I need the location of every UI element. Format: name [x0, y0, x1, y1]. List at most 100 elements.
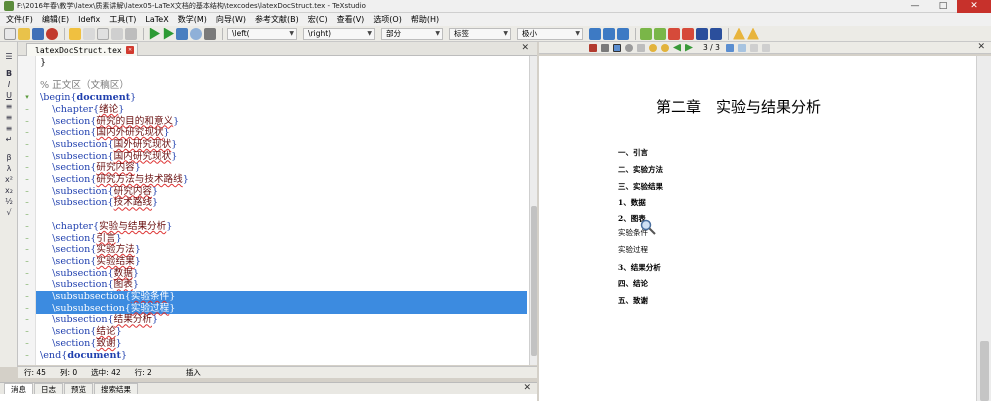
editor-scrollbar-thumb[interactable] — [531, 206, 537, 356]
code-line[interactable]: \subsubsection{实验过程} — [36, 302, 527, 315]
code-line[interactable]: \subsection{国内研究现状} — [40, 151, 177, 163]
code-line[interactable]: % 正文区（文稿区） — [40, 80, 129, 92]
structure-icon[interactable]: ☰ — [4, 52, 14, 61]
pdf-page-indicator[interactable]: 3 / 3 — [703, 43, 720, 52]
menu-idefix[interactable]: Idefix — [78, 15, 100, 24]
menu-edit[interactable]: 编辑(E) — [42, 14, 69, 25]
symbols-icon[interactable]: β — [4, 153, 14, 162]
align-left-icon[interactable]: ≡ — [4, 102, 14, 111]
left-delimiter-select[interactable]: \left(▼ — [227, 27, 297, 40]
code-line[interactable]: \section{结论} — [40, 326, 122, 338]
fit-width-icon[interactable] — [601, 43, 609, 52]
code-line[interactable]: \chapter{绪论} — [40, 104, 124, 116]
align-center-icon[interactable]: ≡ — [4, 113, 14, 122]
sqrt-icon[interactable]: √ — [4, 208, 14, 217]
superscript-icon[interactable]: x² — [4, 175, 14, 184]
open-file-icon[interactable] — [18, 27, 30, 40]
code-line[interactable]: \section{实验方法} — [40, 244, 141, 256]
compile-icon[interactable] — [163, 27, 174, 40]
menu-view[interactable]: 查看(V) — [337, 14, 365, 25]
pdf-settings-icon[interactable] — [761, 43, 770, 52]
paste-icon[interactable] — [125, 27, 137, 40]
menu-math[interactable]: 数学(M) — [178, 14, 207, 25]
next-page-icon[interactable] — [725, 43, 734, 52]
pdf-icon[interactable] — [589, 43, 597, 52]
font-size-select[interactable]: 极小 ▼ — [517, 27, 583, 40]
close-panel-icon[interactable]: ✕ — [523, 383, 531, 393]
close-window-button[interactable]: ✕ — [957, 0, 991, 13]
magnifier-icon[interactable] — [190, 27, 202, 40]
math-icon[interactable] — [696, 27, 708, 40]
code-line[interactable]: \end{document} — [40, 350, 127, 362]
align-right-icon[interactable]: ≡ — [4, 124, 14, 133]
code-line[interactable]: \subsection{图表} — [40, 279, 139, 291]
code-line[interactable]: \section{致谢} — [40, 338, 122, 350]
code-line[interactable]: \section{实验结果} — [40, 256, 141, 268]
code-line[interactable]: \chapter{实验与结果分析} — [40, 221, 172, 233]
fold-marker-icon[interactable]: ▾ — [23, 92, 31, 104]
fit-page-icon[interactable] — [637, 43, 645, 52]
menu-wizards[interactable]: 向导(W) — [216, 14, 246, 25]
zoom-icon[interactable] — [613, 43, 621, 52]
menu-help[interactable]: 帮助(H) — [411, 14, 439, 25]
code-line[interactable]: \section{国内外研究现状} — [40, 127, 169, 139]
bold-icon[interactable] — [589, 27, 601, 40]
sum-icon[interactable] — [710, 27, 722, 40]
back-arrow-icon[interactable] — [673, 43, 681, 52]
menu-tools[interactable]: 工具(T) — [109, 14, 136, 25]
tab-preview[interactable]: 预览 — [64, 383, 93, 394]
close-tab-icon[interactable]: ✕ — [126, 46, 134, 54]
code-line[interactable]: \section{研究内容} — [40, 162, 141, 174]
subscript-icon[interactable]: x₂ — [4, 186, 14, 195]
tab-messages[interactable]: 消息 — [4, 383, 33, 394]
code-line[interactable]: \section{引言} — [40, 233, 122, 245]
tabular-icon[interactable] — [654, 27, 666, 40]
pdf-scrollbar-thumb[interactable] — [980, 341, 989, 401]
close-editor-icon[interactable]: ✕ — [521, 43, 529, 53]
code-line[interactable]: \begin{document} — [40, 92, 136, 104]
save-icon[interactable] — [32, 27, 44, 40]
code-line[interactable]: \subsubsection{实验条件} — [36, 291, 527, 303]
first-page-icon[interactable] — [649, 43, 657, 52]
greek-icon[interactable]: λ — [4, 164, 14, 173]
pdf-viewer[interactable]: 第二章 实验与结果分析 一、引言 二、实验方法 三、实验结果 1、数据 2、图表 实验条件… — [539, 56, 976, 401]
undo-icon[interactable] — [69, 27, 81, 40]
section-select[interactable]: 部分 ▼ — [381, 27, 443, 40]
cut-icon[interactable] — [111, 27, 123, 40]
code-editor[interactable]: ▾ – – – – – – – – – – – – – – – – – – – – – – }% 正文区（文稿区） \begi… — [18, 56, 529, 365]
pdf-grid-icon[interactable] — [749, 43, 758, 52]
rotate-icon[interactable] — [625, 43, 633, 52]
redo-icon[interactable] — [83, 27, 95, 40]
insert-row-icon[interactable] — [668, 27, 680, 40]
code-line[interactable]: \subsection{数据} — [40, 268, 139, 280]
pdf-scrollbar[interactable] — [976, 56, 991, 401]
forward-arrow-icon[interactable] — [685, 43, 693, 52]
italic-icon[interactable]: I — [4, 80, 14, 89]
code-line[interactable]: } — [40, 57, 46, 69]
menu-macros[interactable]: 宏(C) — [308, 14, 328, 25]
close-file-icon[interactable] — [46, 27, 58, 40]
label-select[interactable]: 标签 ▼ — [449, 27, 511, 40]
code-line[interactable]: \subsection{技术路线} — [40, 197, 158, 209]
warning-icon[interactable] — [733, 27, 745, 40]
code-line[interactable]: \subsection{国外研究现状} — [40, 139, 177, 151]
italic-icon[interactable] — [603, 27, 615, 40]
menu-bibliography[interactable]: 参考文献(B) — [255, 14, 299, 25]
code-line[interactable]: \subsection{研究内容} — [40, 186, 158, 198]
menu-options[interactable]: 选项(O) — [373, 14, 402, 25]
close-pdf-icon[interactable]: ✕ — [977, 42, 985, 52]
menu-file[interactable]: 文件(F) — [6, 14, 33, 25]
fraction-icon[interactable]: ½ — [4, 197, 14, 206]
bold-icon[interactable]: B — [4, 69, 14, 78]
underline-icon[interactable] — [617, 27, 629, 40]
code-line[interactable]: \section{研究方法与技术路线} — [40, 174, 189, 186]
tab-log[interactable]: 日志 — [34, 383, 63, 394]
minimize-button[interactable]: — — [901, 0, 929, 13]
tab-search-results[interactable]: 搜索结果 — [94, 383, 138, 394]
right-delimiter-select[interactable]: \right) ▼ — [303, 27, 375, 40]
code-line[interactable]: \section{研究的目的和意义} — [40, 116, 179, 128]
last-page-icon[interactable] — [737, 43, 746, 52]
copy-icon[interactable] — [97, 27, 109, 40]
editor-scrollbar[interactable] — [529, 56, 537, 365]
previous-page-icon[interactable] — [661, 43, 669, 52]
